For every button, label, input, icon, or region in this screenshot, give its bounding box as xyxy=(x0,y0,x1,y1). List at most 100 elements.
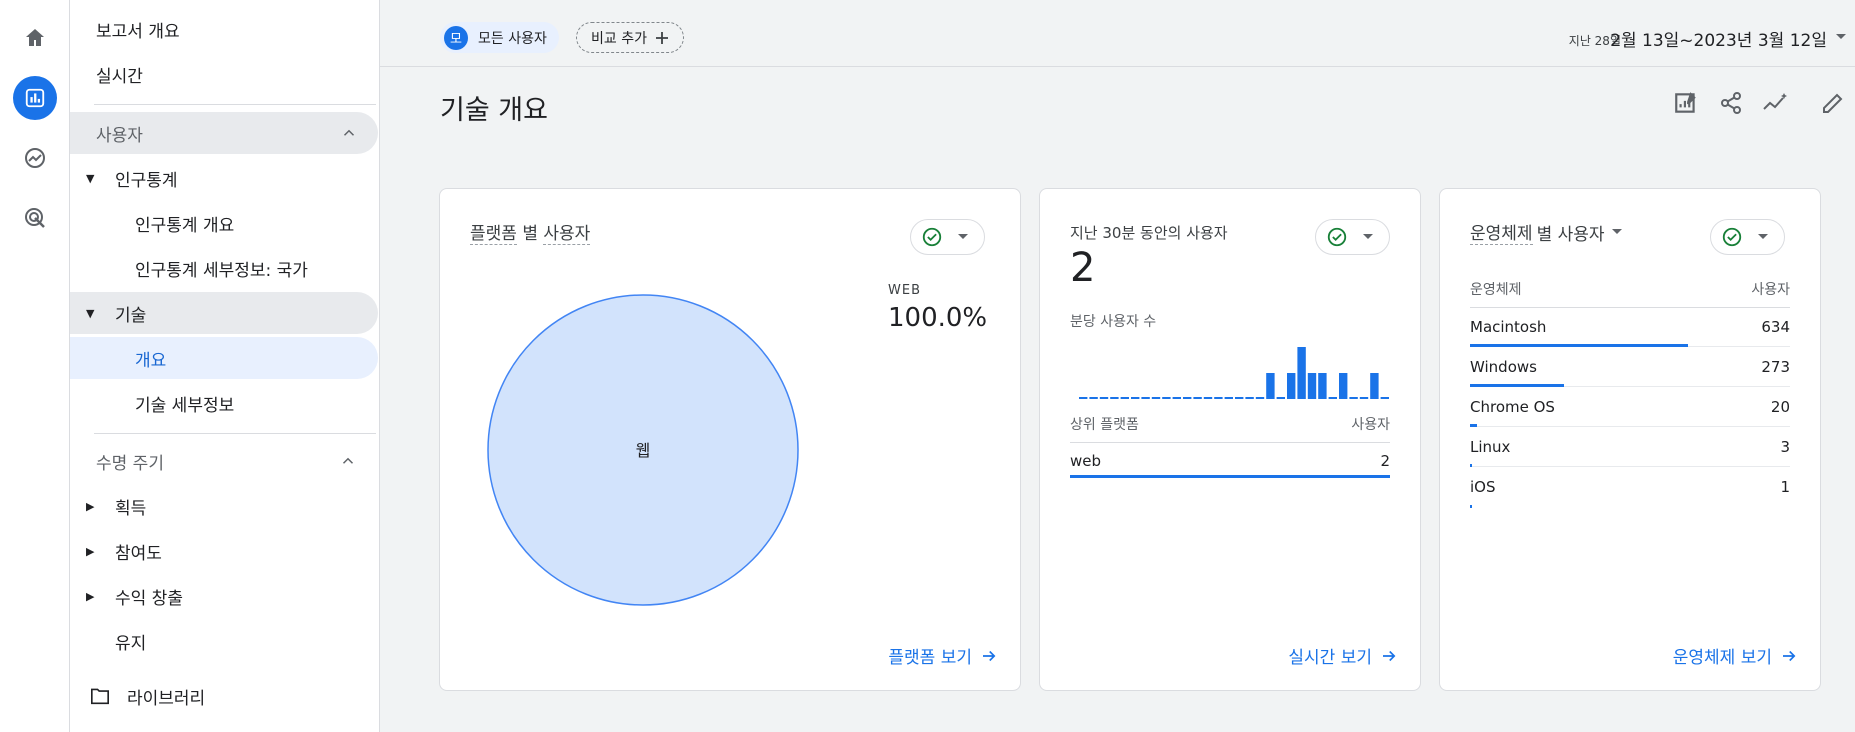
advertising-icon[interactable] xyxy=(13,196,57,240)
minute-bar[interactable] xyxy=(1297,347,1306,399)
table-row[interactable]: Linux 3 xyxy=(1470,427,1790,467)
column-header-users: 사용자 xyxy=(1351,417,1390,433)
sidebar-item-tech-overview[interactable]: 개요 xyxy=(70,337,378,379)
os-name: iOS xyxy=(1470,478,1496,496)
table-row[interactable]: Chrome OS 20 xyxy=(1470,387,1790,427)
table-row[interactable]: Macintosh 634 xyxy=(1470,307,1790,347)
minute-bar[interactable] xyxy=(1120,397,1129,399)
sidebar-item-tech-detail[interactable]: 기술 세부정보 xyxy=(70,382,377,424)
explore-icon[interactable] xyxy=(13,136,57,180)
minute-bar[interactable] xyxy=(1276,397,1285,399)
minute-bar[interactable] xyxy=(1266,373,1275,399)
view-os-link[interactable]: 운영체제 보기 xyxy=(1673,643,1798,668)
sidebar-item-engagement[interactable]: ▶ 참여도 xyxy=(70,530,377,572)
os-value: 634 xyxy=(1761,318,1790,336)
dimension-label[interactable]: 플랫폼 xyxy=(470,224,517,245)
minute-bar[interactable] xyxy=(1214,397,1223,399)
sidebar-item-label: 인구통계 개요 xyxy=(135,215,235,236)
sidebar-item-label: 개요 xyxy=(135,350,167,371)
sidebar-item-demographics-detail[interactable]: 인구통계 세부정보: 국가 xyxy=(70,247,377,289)
minute-bar[interactable] xyxy=(1141,397,1150,399)
caret-down-icon xyxy=(958,234,968,239)
sidebar-item-label: 인구통계 세부정보: 국가 xyxy=(135,260,308,281)
minute-bar[interactable] xyxy=(1151,397,1161,399)
chevron-up-icon xyxy=(342,457,354,464)
customize-report-icon[interactable] xyxy=(1671,88,1701,118)
sidebar-item-monetization[interactable]: ▶ 수익 창출 xyxy=(70,575,377,617)
sidebar-section-user[interactable]: 사용자 xyxy=(70,112,378,154)
sidebar-item-retention[interactable]: 유지 xyxy=(70,620,377,662)
minute-bar[interactable] xyxy=(1089,397,1098,399)
minute-bar[interactable] xyxy=(1359,397,1369,399)
minute-bar[interactable] xyxy=(1203,397,1213,399)
minute-bar[interactable] xyxy=(1318,373,1327,399)
minute-bar[interactable] xyxy=(1183,397,1192,399)
os-value: 3 xyxy=(1780,438,1790,456)
column-header-users: 사용자 xyxy=(1751,282,1790,298)
comparison-toggle[interactable] xyxy=(1315,219,1390,255)
metric-label[interactable]: 사용자 xyxy=(543,224,591,245)
comparison-toggle[interactable] xyxy=(1710,219,1785,255)
minute-bar[interactable] xyxy=(1079,397,1088,399)
sidebar-item-demographics-overview[interactable]: 인구통계 개요 xyxy=(70,202,377,244)
caret-down-icon[interactable] xyxy=(1611,228,1623,236)
minute-bar[interactable] xyxy=(1380,397,1389,399)
add-comparison-button[interactable]: 비교 추가 xyxy=(576,22,684,53)
minute-bar[interactable] xyxy=(1110,397,1119,399)
caret-down-icon xyxy=(1758,234,1768,239)
minute-bar[interactable] xyxy=(1172,397,1181,399)
sidebar-item-library[interactable]: 라이브러리 xyxy=(70,675,377,717)
minute-bar[interactable] xyxy=(1235,397,1244,399)
os-value: 20 xyxy=(1770,398,1790,416)
sidebar-item-label: 유지 xyxy=(115,633,147,654)
link-label: 운영체제 보기 xyxy=(1672,648,1772,668)
sidebar-item-tech[interactable]: ▼ 기술 xyxy=(70,292,378,334)
table-row[interactable]: iOS 1 xyxy=(1470,467,1790,508)
minute-bar[interactable] xyxy=(1307,373,1317,399)
minute-bar[interactable] xyxy=(1349,397,1358,399)
column-header-os: 운영체제 xyxy=(1470,282,1522,298)
date-range[interactable]: 2월 13일~2023년 3월 12일 xyxy=(1610,26,1827,51)
sidebar-item-realtime[interactable]: 실시간 xyxy=(70,53,377,95)
segment-chip[interactable]: 모 모든 사용자 xyxy=(440,22,559,53)
check-circle-icon xyxy=(1327,227,1347,247)
sidebar-item-label: 라이브러리 xyxy=(127,688,206,709)
per-minute-bar-chart xyxy=(1079,347,1389,399)
sidebar-section-label: 수명 주기 xyxy=(96,453,164,474)
insights-icon[interactable] xyxy=(1761,88,1791,118)
minute-bar[interactable] xyxy=(1193,397,1202,399)
home-icon[interactable] xyxy=(13,16,57,60)
check-circle-icon xyxy=(1722,227,1742,247)
dimension-label[interactable]: 운영체제 xyxy=(1470,219,1533,245)
view-platform-link[interactable]: 플랫폼 보기 xyxy=(888,643,998,668)
card-title: 플랫폼 별 사용자 xyxy=(470,219,591,245)
sidebar-section-lifecycle[interactable]: 수명 주기 xyxy=(70,440,377,482)
table-row[interactable]: Windows 273 xyxy=(1470,347,1790,387)
minute-bar[interactable] xyxy=(1339,373,1348,399)
minute-bar[interactable] xyxy=(1099,397,1109,399)
share-icon[interactable] xyxy=(1716,88,1746,118)
os-name: Macintosh xyxy=(1470,318,1547,336)
minute-bar[interactable] xyxy=(1370,373,1379,399)
minute-bar[interactable] xyxy=(1255,397,1265,399)
sidebar-item-demographics[interactable]: ▼ 인구통계 xyxy=(70,157,377,199)
minute-bar[interactable] xyxy=(1245,397,1254,399)
minute-bar[interactable] xyxy=(1224,397,1233,399)
comparison-toggle[interactable] xyxy=(910,219,985,255)
os-name: Windows xyxy=(1470,358,1537,376)
sidebar-item-acquisition[interactable]: ▶ 획득 xyxy=(70,485,377,527)
folder-icon xyxy=(91,688,109,705)
sidebar-item-report-overview[interactable]: 보고서 개요 xyxy=(70,8,377,50)
minute-bar[interactable] xyxy=(1162,397,1171,399)
edit-icon[interactable] xyxy=(1818,88,1848,118)
minute-bar[interactable] xyxy=(1328,397,1337,399)
link-label: 플랫폼 보기 xyxy=(888,648,972,668)
realtime-title: 지난 30분 동안의 사용자 xyxy=(1070,224,1228,242)
minute-bar[interactable] xyxy=(1287,373,1296,399)
reports-icon[interactable] xyxy=(13,76,57,120)
caret-down-icon[interactable] xyxy=(1835,33,1847,41)
view-realtime-link[interactable]: 실시간 보기 xyxy=(1288,643,1398,668)
platform-row-value: 2 xyxy=(1380,452,1390,470)
minute-bar[interactable] xyxy=(1131,397,1140,399)
nav-rail xyxy=(0,0,70,732)
